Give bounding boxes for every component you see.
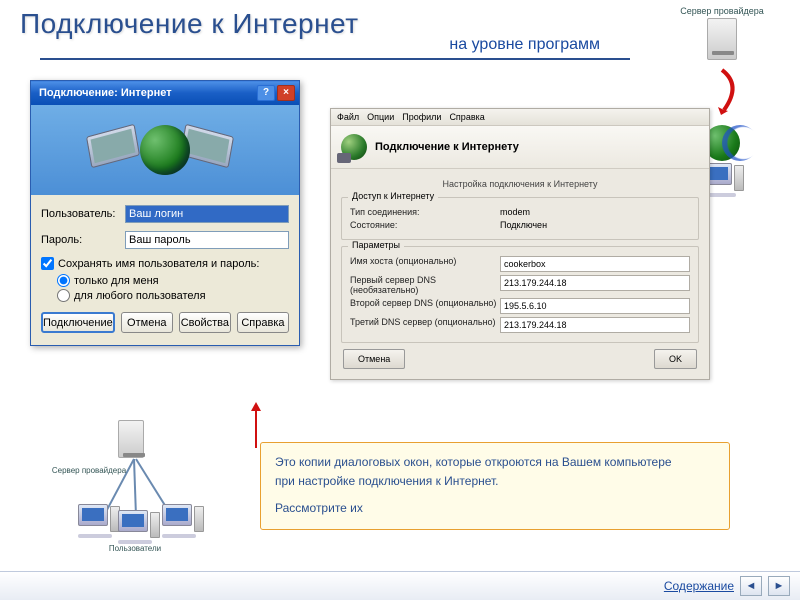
header-rule	[40, 58, 630, 60]
explain-line3: Рассмотрите их	[275, 499, 715, 518]
params-legend: Параметры	[348, 240, 404, 250]
network-diagram: Сервер провайдера Пользователи	[28, 418, 238, 568]
cancel-button[interactable]: Отмена	[121, 312, 173, 333]
close-button[interactable]: ×	[277, 85, 295, 101]
menu-help[interactable]: Справка	[449, 112, 484, 122]
state-value: Подключен	[500, 220, 690, 230]
dns3-input[interactable]	[500, 317, 690, 333]
conn-type-value: modem	[500, 207, 690, 217]
globe-plug-icon	[341, 134, 367, 160]
ok-button[interactable]: OK	[654, 349, 697, 369]
dialog-titlebar[interactable]: Подключение: Интернет ? ×	[31, 81, 299, 105]
diagram-pc-icon	[118, 510, 160, 544]
diagram-server-label: Сервер провайдера	[44, 466, 134, 475]
state-label: Состояние:	[350, 220, 500, 230]
settings-title: Подключение к Интернету	[375, 141, 519, 153]
diagram-users-label: Пользователи	[100, 544, 170, 553]
settings-body: Настройка подключения к Интернету Доступ…	[331, 169, 709, 379]
next-button[interactable]: ►	[768, 576, 790, 596]
menu-bar: Файл Опции Профили Справка	[331, 109, 709, 126]
dns2-label: Второй сервер DNS (опционально)	[350, 298, 500, 314]
provider-label: Сервер провайдера	[662, 6, 782, 16]
diagram-server-icon	[118, 418, 144, 460]
footer: Содержание ◄ ►	[0, 571, 800, 600]
save-credentials-label: Сохранять имя пользователя и пароль:	[58, 258, 259, 270]
save-credentials-checkbox[interactable]	[41, 257, 54, 270]
access-group: Доступ к Интернету Тип соединения:modem …	[341, 197, 699, 240]
settings-dialog: Файл Опции Профили Справка Подключение к…	[330, 108, 710, 380]
connect-button[interactable]: Подключение	[41, 312, 115, 333]
help-button[interactable]: Справка	[237, 312, 289, 333]
section-title: Настройка подключения к Интернету	[341, 179, 699, 189]
only-me-radio[interactable]	[57, 274, 70, 287]
dialog-banner	[31, 105, 299, 195]
laptop-left-icon	[88, 128, 148, 173]
menu-file[interactable]: Файл	[337, 112, 359, 122]
dns3-label: Третий DNS сервер (опционально)	[350, 317, 500, 333]
dns2-input[interactable]	[500, 298, 690, 314]
cancel-button[interactable]: Отмена	[343, 349, 405, 369]
password-input[interactable]	[125, 231, 289, 249]
menu-profiles[interactable]: Профили	[402, 112, 441, 122]
any-user-radio[interactable]	[57, 289, 70, 302]
dns1-input[interactable]	[500, 275, 690, 291]
toc-link[interactable]: Содержание	[664, 579, 734, 593]
explain-line1: Это копии диалоговых окон, которые откро…	[275, 453, 715, 472]
dns1-label: Первый сервер DNS (необязательно)	[350, 275, 500, 295]
prev-button[interactable]: ◄	[740, 576, 762, 596]
diagram-pc-icon	[78, 504, 120, 538]
dialog-title: Подключение: Интернет	[35, 87, 255, 99]
host-input[interactable]	[500, 256, 690, 272]
laptop-right-icon	[182, 128, 242, 173]
globe-icon	[140, 125, 190, 175]
host-label: Имя хоста (опционально)	[350, 256, 500, 272]
menu-options[interactable]: Опции	[367, 112, 394, 122]
conn-type-label: Тип соединения:	[350, 207, 500, 217]
settings-header: Подключение к Интернету	[331, 126, 709, 169]
server-icon	[707, 18, 737, 60]
only-me-label: только для меня	[74, 275, 159, 287]
help-button[interactable]: ?	[257, 85, 275, 101]
explain-line2: при настройке подключения к Интернет.	[275, 472, 715, 491]
params-group: Параметры Имя хоста (опционально) Первый…	[341, 246, 699, 343]
user-label: Пользователь:	[41, 208, 125, 220]
user-input[interactable]	[125, 205, 289, 223]
explanation-box: Это копии диалоговых окон, которые откро…	[260, 442, 730, 530]
diagram-pc-icon	[162, 504, 204, 538]
connection-dialog: Подключение: Интернет ? × Пользователь: …	[30, 80, 300, 346]
properties-button[interactable]: Свойства	[179, 312, 231, 333]
password-label: Пароль:	[41, 234, 125, 246]
dialog-body: Пользователь: Пароль: Сохранять имя поль…	[31, 195, 299, 345]
any-user-label: для любого пользователя	[74, 290, 206, 302]
access-legend: Доступ к Интернету	[348, 191, 438, 201]
